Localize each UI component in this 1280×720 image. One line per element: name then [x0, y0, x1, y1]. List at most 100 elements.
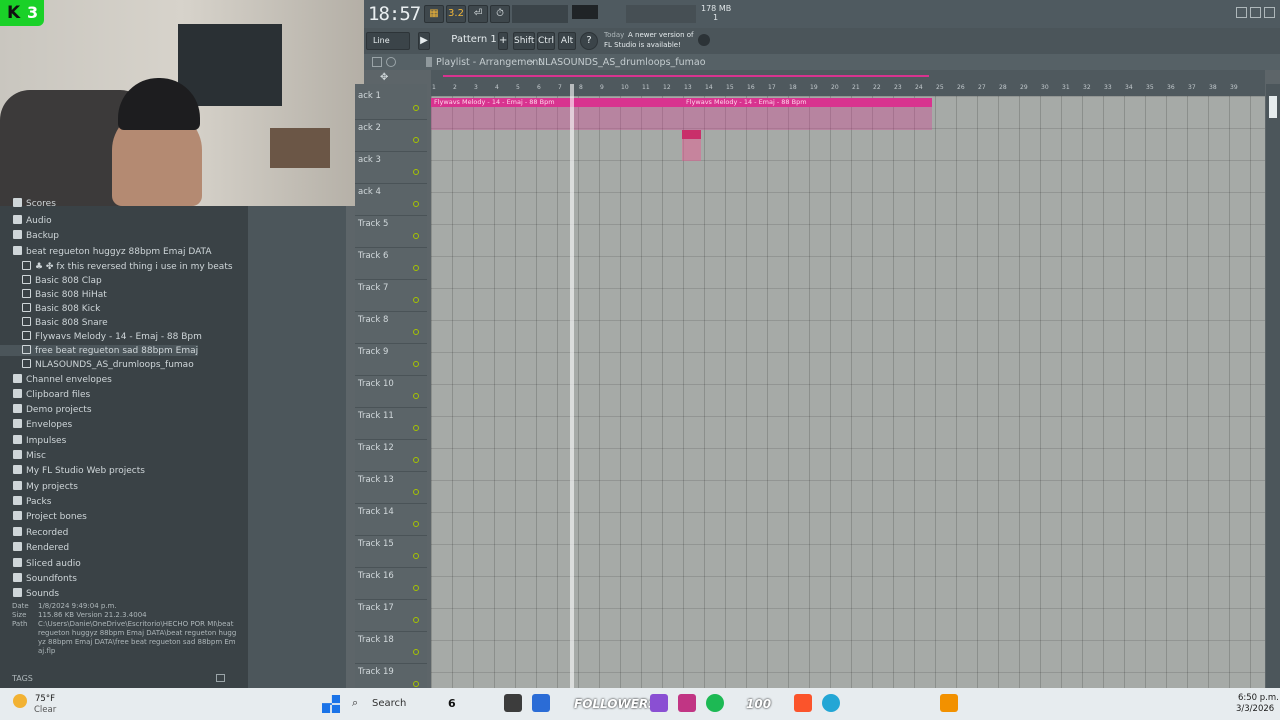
edge-icon[interactable]	[822, 694, 840, 712]
maximize-icon[interactable]	[1250, 7, 1261, 18]
track-mute-led[interactable]	[413, 457, 419, 463]
track-mute-led[interactable]	[413, 265, 419, 271]
weather-text[interactable]: Clear	[34, 705, 56, 715]
playlist-overview[interactable]	[431, 70, 1265, 84]
track-mute-led[interactable]	[413, 585, 419, 591]
browser-item[interactable]: My FL Studio Web projects	[0, 465, 145, 476]
clip-drumloop[interactable]	[682, 130, 701, 139]
track-header[interactable]: Track 17	[355, 600, 427, 632]
track-mute-led[interactable]	[413, 137, 419, 143]
master-volume[interactable]	[626, 5, 696, 23]
clip-melody-1-wave[interactable]	[431, 107, 683, 130]
update-icon[interactable]	[698, 34, 710, 46]
weather-temp[interactable]: 75°F	[35, 694, 55, 704]
browser-item[interactable]: Rendered	[0, 542, 69, 553]
app-icon-3[interactable]	[650, 694, 668, 712]
track-mute-led[interactable]	[413, 361, 419, 367]
move-tool-icon[interactable]: ✥	[380, 72, 392, 83]
clip-melody-2[interactable]: Flywavs Melody - 14 - Emaj - 88 Bpm	[683, 98, 932, 107]
browser-item[interactable]: My projects	[0, 481, 78, 492]
zoom-icon[interactable]	[386, 57, 396, 67]
folder-icon[interactable]	[216, 674, 225, 682]
track-header[interactable]: Track 5	[355, 216, 427, 248]
browser-item[interactable]: Impulses	[0, 435, 66, 446]
track-header[interactable]: Track 12	[355, 440, 427, 472]
browser-item[interactable]: Basic 808 Snare	[0, 317, 108, 328]
app-icon-1[interactable]	[504, 694, 522, 712]
track-header[interactable]: Track 18	[355, 632, 427, 664]
track-header[interactable]: Track 15	[355, 536, 427, 568]
track-header[interactable]: ack 2	[355, 120, 427, 152]
track-mute-led[interactable]	[413, 489, 419, 495]
wait-button[interactable]: ⏎	[468, 5, 488, 23]
track-mute-led[interactable]	[413, 233, 419, 239]
track-mute-led[interactable]	[413, 329, 419, 335]
browser-item[interactable]: beat regueton huggyz 88bpm Emaj DATA	[0, 246, 212, 257]
browser-item[interactable]: Scores	[0, 198, 56, 209]
track-mute-led[interactable]	[413, 617, 419, 623]
browser-item[interactable]: Basic 808 Clap	[0, 275, 102, 286]
playhead[interactable]	[570, 84, 574, 688]
track-header[interactable]: Track 13	[355, 472, 427, 504]
notice-line2[interactable]: FL Studio is available!	[604, 41, 681, 49]
track-header[interactable]: ack 4	[355, 184, 427, 216]
browser-item[interactable]: Channel envelopes	[0, 374, 112, 385]
browser-item[interactable]: Sounds	[0, 588, 59, 599]
track-mute-led[interactable]	[413, 649, 419, 655]
browser-item[interactable]: Misc	[0, 450, 46, 461]
clip-melody-1[interactable]: Flywavs Melody - 14 - Emaj - 88 Bpm	[431, 98, 683, 107]
playlist-pattern-name[interactable]: NLASOUNDS_AS_drumloops_fumao	[538, 57, 706, 68]
browser-item[interactable]: Basic 808 Kick	[0, 303, 100, 314]
browser-item[interactable]: Demo projects	[0, 404, 92, 415]
timeline-ruler[interactable]: 1 2 3 4 5 6 7 8 9 10 11 12 13 14 15 16 17 18 19 20 21 22 23 24 2…	[431, 84, 1265, 96]
track-header[interactable]: Track 14	[355, 504, 427, 536]
play-pattern-icon[interactable]: ▶	[418, 32, 430, 50]
browser-item[interactable]: Basic 808 HiHat	[0, 289, 107, 300]
browser-item[interactable]: Envelopes	[0, 419, 72, 430]
track-header[interactable]: ack 3	[355, 152, 427, 184]
browser-item[interactable]: Packs	[0, 496, 51, 507]
track-header[interactable]: Track 11	[355, 408, 427, 440]
playlist-grid[interactable]: Flywavs Melody - 14 - Emaj - 88 Bpm Flyw…	[431, 96, 1265, 688]
brave-icon[interactable]	[794, 694, 812, 712]
scroll-thumb[interactable]	[1269, 96, 1277, 118]
browser-item[interactable]: NLASOUNDS_AS_drumloops_fumao	[0, 359, 194, 370]
master-pitch-wave[interactable]	[512, 5, 568, 23]
search-icon[interactable]: ⌕	[352, 696, 358, 710]
counter-button[interactable]: 3.2	[446, 5, 466, 23]
track-mute-led[interactable]	[413, 297, 419, 303]
metronome-button[interactable]: ▦	[424, 5, 444, 23]
browser-item[interactable]: ♣ ✤ fx this reversed thing i use in my b…	[0, 261, 233, 272]
clip-melody-2-wave[interactable]	[683, 107, 932, 130]
pattern-arrow-icon[interactable]	[426, 57, 432, 67]
app-icon-2[interactable]	[532, 694, 550, 712]
tags-label[interactable]: TAGS	[12, 674, 33, 683]
browser-item[interactable]: Backup	[0, 230, 59, 241]
browser-item[interactable]: Audio	[0, 215, 52, 226]
track-mute-led[interactable]	[413, 681, 419, 687]
track-mute-led[interactable]	[413, 201, 419, 207]
track-mute-led[interactable]	[413, 521, 419, 527]
track-header[interactable]: Track 6	[355, 248, 427, 280]
track-mute-led[interactable]	[413, 169, 419, 175]
browser-item[interactable]: Soundfonts	[0, 573, 77, 584]
shift-button[interactable]: Shift	[513, 32, 535, 50]
track-header[interactable]: Track 10	[355, 376, 427, 408]
snap-select[interactable]: Line	[366, 32, 410, 50]
track-mute-led[interactable]	[413, 553, 419, 559]
track-mute-led[interactable]	[413, 105, 419, 111]
pattern-selector[interactable]: Pattern 1	[450, 32, 498, 50]
clip-drumloop-wave[interactable]	[682, 139, 701, 161]
vertical-scrollbar[interactable]	[1266, 84, 1280, 688]
close-icon[interactable]	[1264, 7, 1275, 18]
alt-button[interactable]: Alt	[558, 32, 576, 50]
start-icon[interactable]	[322, 695, 340, 713]
track-mute-led[interactable]	[413, 393, 419, 399]
browser-item[interactable]: Flywavs Melody - 14 - Emaj - 88 Bpm	[0, 331, 202, 342]
instagram-icon[interactable]	[678, 694, 696, 712]
ctrl-button[interactable]: Ctrl	[537, 32, 555, 50]
track-header[interactable]: Track 16	[355, 568, 427, 600]
snap-icon[interactable]	[372, 57, 382, 67]
browser-item[interactable]: Sliced audio	[0, 558, 81, 569]
browser-item[interactable]: Recorded	[0, 527, 68, 538]
